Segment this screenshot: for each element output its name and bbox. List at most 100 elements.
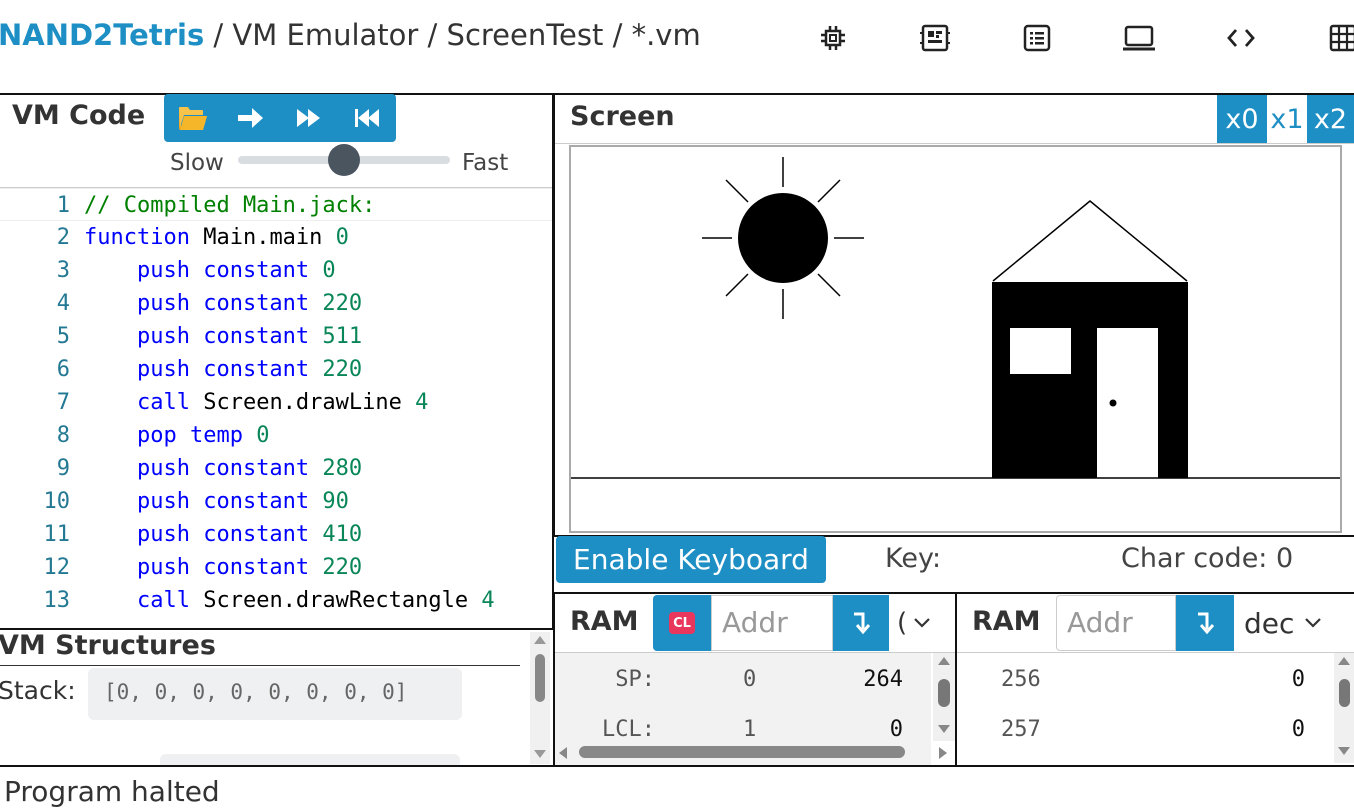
key-label: Key: [885, 543, 942, 574]
scroll-thumb[interactable] [535, 654, 545, 702]
code-line[interactable]: 2 function Main.main 0 [0, 221, 552, 254]
ram-table-1: SP: 0 264 LCL: 1 0 [555, 653, 947, 766]
scroll-down-icon[interactable] [534, 750, 546, 758]
vm-structures-scrollbar[interactable] [530, 632, 550, 764]
code-line[interactable]: 1 // Compiled Main.jack: [0, 188, 552, 221]
enable-keyboard-button[interactable]: Enable Keyboard [556, 536, 826, 583]
ram-value[interactable]: 0 [1257, 667, 1305, 692]
ram-value[interactable]: 0 [1257, 717, 1305, 742]
code-token: // Compiled Main.jack: [84, 193, 376, 218]
code-line[interactable]: 8 pop temp 0 [0, 419, 552, 452]
breadcrumb-file[interactable]: *.vm [632, 18, 701, 52]
code-token: 220 [322, 555, 363, 580]
zoom-x2[interactable]: x2 [1307, 95, 1354, 143]
scroll-thumb[interactable] [1339, 679, 1350, 707]
code-line[interactable]: 10 push constant 90 [0, 485, 552, 518]
scroll-up-icon[interactable] [534, 636, 546, 644]
code-token: push constant [136, 291, 310, 316]
code-line[interactable]: 4 push constant 220 [0, 287, 552, 320]
code-token: 220 [322, 291, 363, 316]
list-icon[interactable] [1019, 20, 1055, 56]
scroll-down-icon[interactable] [938, 725, 950, 733]
code-token: call [136, 588, 190, 613]
code-line[interactable]: 5 push constant 511 [0, 320, 552, 353]
breadcrumb-project[interactable]: ScreenTest [447, 18, 604, 52]
code-text: push constant 0 [84, 254, 336, 287]
reset-button[interactable] [338, 95, 396, 141]
scroll-up-icon[interactable] [938, 657, 950, 665]
line-number: 6 [56, 357, 70, 382]
code-token: push constant [136, 357, 310, 382]
speed-slider-thumb[interactable] [328, 144, 360, 176]
code-line[interactable]: 13 call Screen.drawRectangle 4 [0, 584, 552, 617]
execution-toolbar [164, 94, 396, 142]
horizontal-scroll-thumb[interactable] [579, 746, 905, 758]
code-text: push constant 511 [84, 320, 362, 353]
code-line[interactable]: 9 push constant 280 [0, 452, 552, 485]
ram-table-2: 256 0 257 0 [957, 653, 1333, 766]
code-editor[interactable]: 1 // Compiled Main.jack: 2 function Main.ma… [0, 188, 552, 628]
vm-code-title: VM Code [12, 100, 146, 131]
goto-address-button[interactable] [1176, 595, 1234, 651]
grid-icon[interactable] [1325, 20, 1354, 56]
ram-address-input[interactable]: Addr [1056, 595, 1176, 651]
run-button[interactable] [280, 95, 338, 141]
breadcrumb-separator: / [427, 18, 438, 52]
chip-icon[interactable] [815, 20, 851, 56]
ram-address-input[interactable]: Addr [711, 595, 833, 651]
speed-slow-label: Slow [170, 150, 224, 176]
scroll-down-icon[interactable] [1338, 747, 1350, 755]
ram-value[interactable]: 264 [855, 667, 903, 692]
divider [0, 765, 1354, 767]
code-line[interactable]: 6 push constant 220 [0, 353, 552, 386]
ram-value[interactable]: 0 [855, 717, 903, 742]
breadcrumb-tool[interactable]: VM Emulator [232, 18, 418, 52]
code-text: push constant 220 [84, 551, 362, 584]
ram-scrollbar-2[interactable] [1334, 653, 1354, 763]
ram-format-select[interactable]: ( [889, 595, 955, 651]
scroll-right-icon[interactable] [939, 747, 947, 759]
chevron-down-icon [1305, 618, 1322, 628]
code-token: 0 [256, 423, 270, 448]
line-number: 3 [56, 258, 70, 283]
code-line[interactable]: 7 call Screen.drawLine 4 [0, 386, 552, 419]
code-token: 511 [322, 324, 363, 349]
divider [0, 665, 520, 666]
ram-address: 1 [743, 717, 757, 742]
screen-canvas [571, 157, 1340, 479]
zoom-x0[interactable]: x0 [1217, 95, 1267, 143]
code-token: push constant [136, 456, 310, 481]
code-token: 0 [335, 225, 349, 250]
ram-scrollbar-1[interactable] [933, 653, 955, 741]
brand-link[interactable]: NAND2Tetris [0, 18, 204, 52]
goto-address-button[interactable] [833, 595, 889, 651]
cpu-icon[interactable] [917, 20, 953, 56]
scroll-thumb[interactable] [938, 679, 950, 707]
line-number: 12 [43, 555, 71, 580]
folder-icon [179, 107, 207, 130]
laptop-icon[interactable] [1121, 20, 1157, 56]
code-token: call [136, 390, 190, 415]
code-line[interactable]: 11 push constant 410 [0, 518, 552, 551]
code-line[interactable]: 12 push constant 220 [0, 551, 552, 584]
scroll-left-icon[interactable] [559, 747, 567, 759]
code-line[interactable]: 3 push constant 0 [0, 254, 552, 287]
code-text: push constant 410 [84, 518, 362, 551]
ram-register-name: LCL: [602, 717, 655, 742]
clear-button[interactable]: CL [653, 595, 711, 651]
ram-format-select[interactable]: dec [1234, 595, 1354, 651]
scroll-up-icon[interactable] [1338, 657, 1350, 665]
code-token: 4 [415, 390, 429, 415]
step-button[interactable] [222, 95, 280, 141]
address-placeholder: Addr [1067, 606, 1133, 639]
house-body [992, 282, 1188, 478]
zoom-x1[interactable]: x1 [1267, 95, 1307, 143]
code-icon[interactable] [1223, 20, 1259, 56]
jump-down-icon [1198, 612, 1215, 635]
open-folder-button[interactable] [164, 95, 222, 141]
